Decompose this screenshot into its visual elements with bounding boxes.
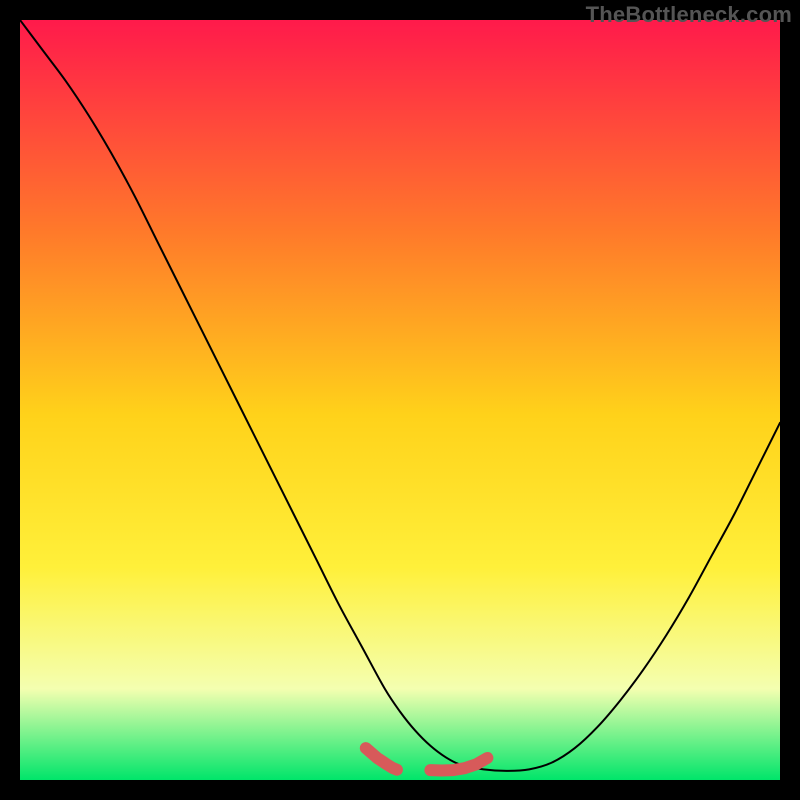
plot-area	[20, 20, 780, 780]
gradient-background	[20, 20, 780, 780]
watermark-text: TheBottleneck.com	[586, 2, 792, 28]
plot-svg	[20, 20, 780, 780]
chart-frame: TheBottleneck.com	[0, 0, 800, 800]
